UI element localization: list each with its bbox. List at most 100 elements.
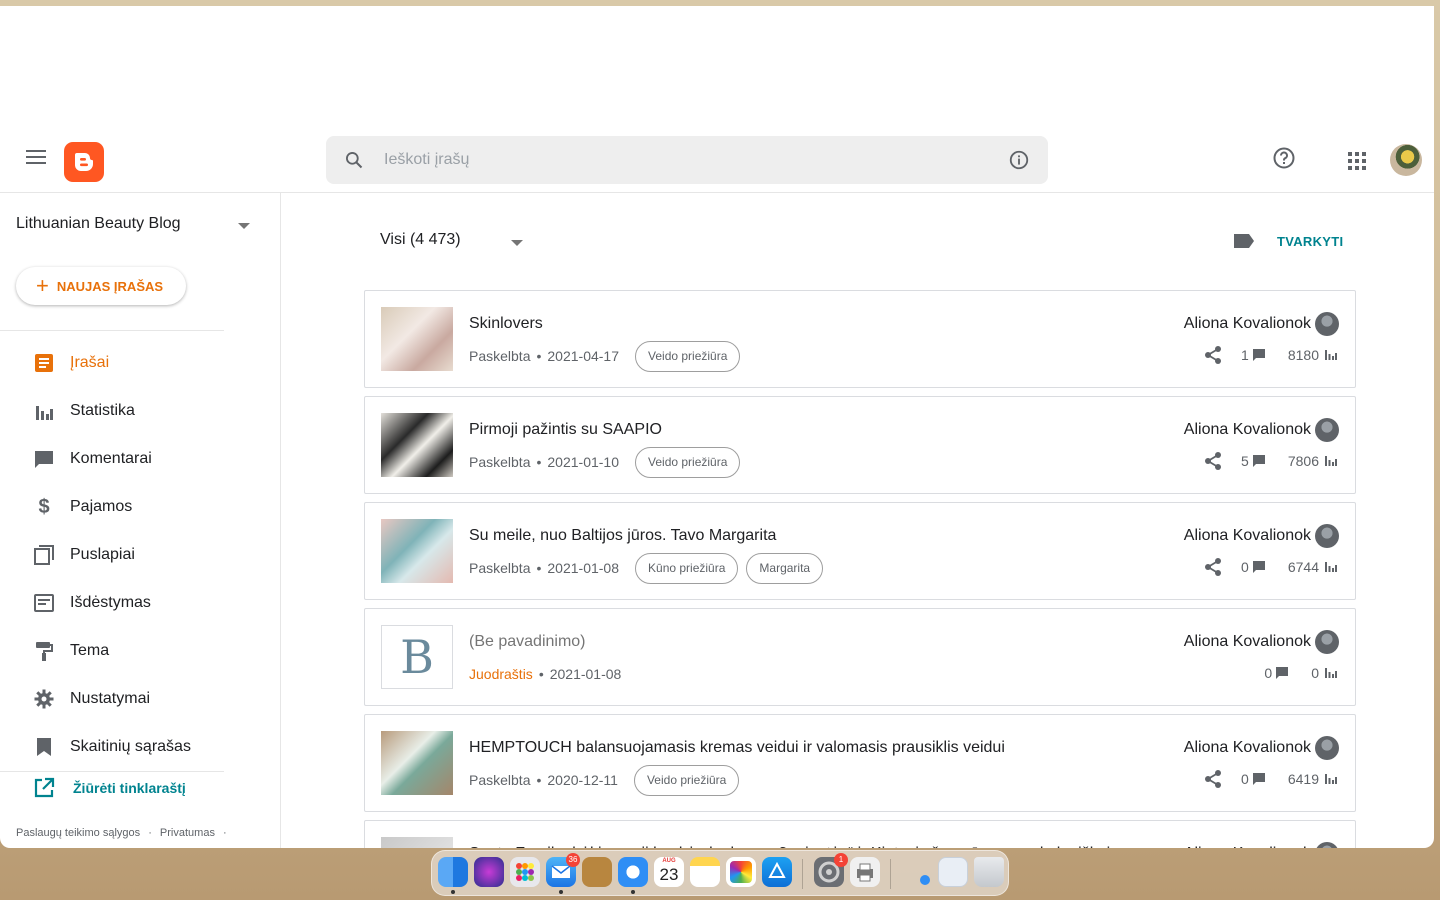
- blogger-b-icon: [75, 153, 93, 171]
- sidebar-item-label: Puslapiai: [70, 546, 135, 563]
- post-filter-dropdown[interactable]: Visi (4 473): [380, 231, 461, 249]
- hamburger-menu-icon[interactable]: [26, 150, 46, 164]
- sidebar-item-layout[interactable]: Išdėstymas: [0, 581, 224, 625]
- post-status: Paskelbta: [469, 454, 531, 470]
- chevron-down-icon[interactable]: [511, 240, 523, 246]
- post-label-chip[interactable]: Veido priežiūra: [635, 340, 741, 372]
- view-blog-link[interactable]: Žiūrėti tinklaraštį: [0, 773, 186, 803]
- comments-icon: [33, 448, 55, 470]
- notes-icon[interactable]: [690, 857, 720, 887]
- post-label-chip[interactable]: Veido priežiūra: [635, 446, 741, 478]
- photos-icon[interactable]: [726, 857, 756, 887]
- info-icon[interactable]: [1008, 149, 1030, 171]
- sidebar-item-posts[interactable]: Įrašai: [0, 341, 224, 385]
- post-label-chip[interactable]: Veido priežiūra: [633, 764, 740, 796]
- user-avatar[interactable]: [1390, 144, 1422, 176]
- siri-icon[interactable]: [474, 857, 504, 887]
- post-label-chip[interactable]: Kūno priežiūra: [635, 552, 739, 584]
- sidebar-item-settings[interactable]: Nustatymai: [0, 677, 224, 721]
- paint-roller-icon: [33, 640, 55, 662]
- help-icon[interactable]: [1272, 146, 1296, 170]
- system-preferences-icon[interactable]: 1: [814, 853, 848, 887]
- contacts-icon[interactable]: [582, 857, 612, 887]
- comment-count: 0: [1241, 771, 1249, 787]
- search-bar[interactable]: [326, 136, 1048, 184]
- post-meta: Juodraštis • 2021-01-08: [469, 658, 621, 690]
- post-date: 2020-12-11: [547, 772, 618, 788]
- privacy-link[interactable]: Privatumas: [160, 827, 215, 839]
- divider: [0, 771, 224, 772]
- apps-grid-icon[interactable]: [1348, 152, 1366, 170]
- author-avatar: [1315, 736, 1339, 760]
- post-title[interactable]: Skinlovers: [469, 315, 543, 333]
- manage-labels-button[interactable]: TVARKYTI: [1277, 234, 1343, 249]
- separator-dot: •: [536, 454, 542, 470]
- post-title[interactable]: Pirmoji pažintis su SAAPIO: [469, 421, 662, 439]
- post-row[interactable]: B (Be pavadinimo) Juodraštis • 2021-01-08 Ali…: [364, 608, 1356, 706]
- terms-link[interactable]: Paslaugų teikimo sąlygos: [16, 827, 140, 839]
- stats-bar-icon: [1325, 771, 1337, 787]
- post-author: Aliona Kovalionok: [1183, 527, 1311, 544]
- view-count: 6419: [1287, 771, 1319, 787]
- post-author: Aliona Kovalionok: [1183, 633, 1311, 650]
- launchpad-icon[interactable]: [510, 857, 540, 887]
- post-row[interactable]: HEMPTOUCH balansuojamasis kremas veidui …: [364, 714, 1356, 812]
- sidebar-item-comments[interactable]: Komentarai: [0, 437, 224, 481]
- post-title[interactable]: (Be pavadinimo): [469, 633, 586, 651]
- post-meta: Paskelbta • 2021-01-08 Kūno priežiūra Margar…: [469, 552, 824, 584]
- calendar-icon[interactable]: AUG 23: [654, 857, 684, 887]
- mail-icon[interactable]: 36: [546, 853, 580, 887]
- pages-icon: [33, 544, 55, 566]
- post-title[interactable]: Su meile, nuo Baltijos jūros. Tavo Marga…: [469, 527, 776, 545]
- sidebar-item-pages[interactable]: Puslapiai: [0, 533, 224, 577]
- sidebar-item-reading-list[interactable]: Skaitinių sąrašas: [0, 725, 224, 769]
- sidebar-item-earnings[interactable]: $ Pajamos: [0, 485, 224, 529]
- post-stats: 5 7806: [1203, 449, 1337, 473]
- share-icon[interactable]: [1203, 557, 1223, 577]
- app-store-icon[interactable]: [762, 857, 792, 887]
- post-row[interactable]: Sante Family drėkinamoji kaukė plaukams …: [364, 820, 1356, 848]
- comment-count: 5: [1241, 453, 1249, 469]
- post-author: Aliona Kovalionok: [1184, 845, 1311, 848]
- post-row[interactable]: Pirmoji pažintis su SAAPIO Paskelbta • 2021…: [364, 396, 1356, 494]
- layout-icon: [33, 592, 55, 614]
- post-thumbnail: [381, 837, 453, 848]
- comment-count: 1: [1241, 347, 1249, 363]
- post-author: Aliona Kovalionok: [1183, 739, 1311, 756]
- document-preview-icon[interactable]: [938, 857, 968, 887]
- view-blog-label: Žiūrėti tinklaraštį: [73, 780, 186, 796]
- sidebar-item-stats[interactable]: Statistika: [0, 389, 224, 433]
- post-stats: 1 8180: [1203, 343, 1337, 367]
- search-icon[interactable]: [344, 150, 364, 170]
- safari-icon[interactable]: [618, 857, 648, 887]
- search-input[interactable]: [384, 148, 984, 172]
- blog-selector[interactable]: Lithuanian Beauty Blog: [16, 215, 181, 233]
- post-title[interactable]: Sante Family drėkinamoji kaukė plaukams …: [469, 845, 1118, 848]
- printer-icon[interactable]: [850, 857, 880, 887]
- trash-icon[interactable]: [974, 857, 1004, 887]
- plus-icon: +: [36, 273, 49, 298]
- post-title[interactable]: HEMPTOUCH balansuojamasis kremas veidui …: [469, 739, 1005, 757]
- post-date: 2021-01-08: [547, 560, 620, 576]
- post-row[interactable]: Skinlovers Paskelbta • 2021-04-17 Veido prie…: [364, 290, 1356, 388]
- downloads-stack-icon[interactable]: [902, 857, 932, 887]
- author-avatar: [1315, 524, 1339, 548]
- finder-icon[interactable]: [438, 857, 468, 887]
- share-icon[interactable]: [1203, 769, 1223, 789]
- sidebar-item-theme[interactable]: Tema: [0, 629, 224, 673]
- post-row[interactable]: Su meile, nuo Baltijos jūros. Tavo Marga…: [364, 502, 1356, 600]
- sidebar-item-label: Komentarai: [70, 450, 152, 467]
- blogger-logo[interactable]: [64, 142, 104, 182]
- stats-bar-icon: [1325, 453, 1337, 469]
- post-meta: Paskelbta • 2020-12-11 Veido priežiūra: [469, 764, 740, 796]
- calendar-day: 23: [659, 865, 679, 884]
- label-tag-icon[interactable]: [1233, 233, 1255, 249]
- comment-icon: [1252, 454, 1266, 468]
- post-date: 2021-04-17: [547, 348, 620, 364]
- share-icon[interactable]: [1203, 451, 1223, 471]
- chevron-down-icon[interactable]: [238, 223, 250, 229]
- share-icon[interactable]: [1203, 345, 1223, 365]
- new-post-button[interactable]: + NAUJAS ĮRAŠAS: [16, 267, 186, 305]
- app-header: [0, 116, 1434, 193]
- post-label-chip[interactable]: Margarita: [746, 552, 824, 584]
